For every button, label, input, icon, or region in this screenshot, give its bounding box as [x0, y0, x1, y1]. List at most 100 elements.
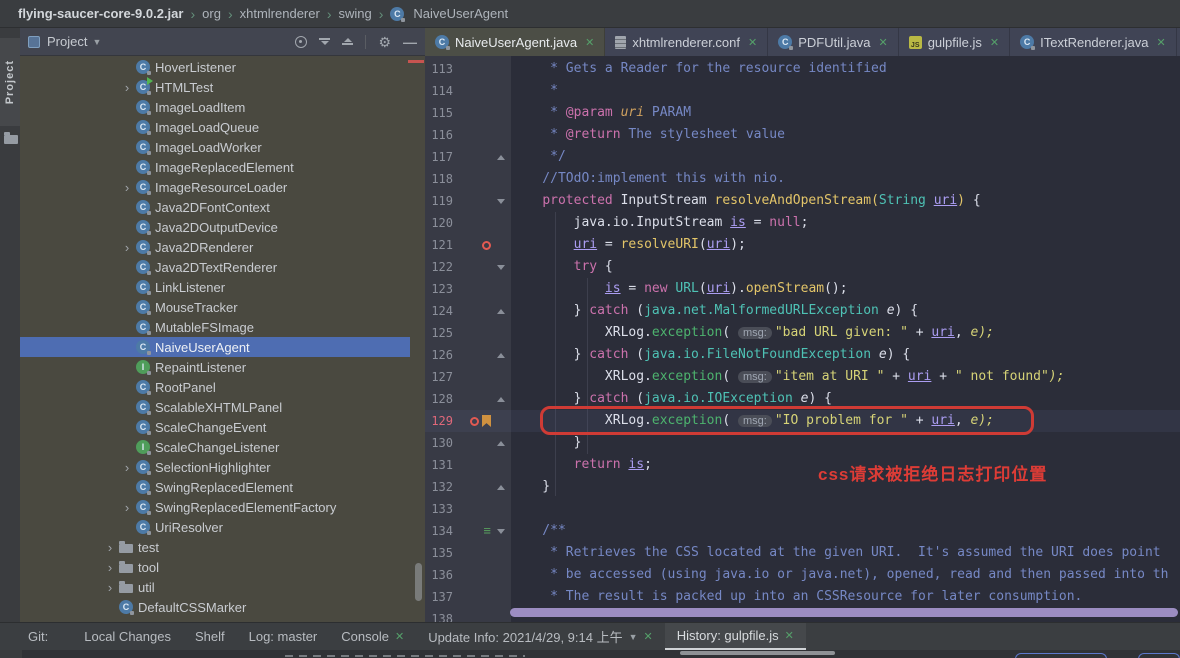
line-number[interactable]: 122	[425, 260, 455, 274]
code-line-124[interactable]: 124 } catch (java.net.MalformedURLExcept…	[425, 300, 1180, 322]
code-text[interactable]: /**	[511, 520, 566, 542]
line-number[interactable]: 126	[425, 348, 455, 362]
close-icon[interactable]: ✕	[990, 36, 999, 49]
git-tab-Console[interactable]: Console✕	[329, 623, 416, 650]
chevron-down-icon[interactable]: ▼	[629, 632, 638, 642]
close-icon[interactable]: ✕	[878, 36, 887, 49]
git-tab-Shelf[interactable]: Shelf	[183, 623, 237, 650]
tree-item-ImageReplacedElement[interactable]: CImageReplacedElement	[20, 157, 410, 177]
project-panel-title[interactable]: Project	[47, 34, 87, 49]
fold-marker-icon[interactable]	[491, 199, 511, 204]
tree-item-UriResolver[interactable]: CUriResolver	[20, 517, 410, 537]
project-stripe-button[interactable]: Project	[0, 38, 20, 126]
fold-marker-icon[interactable]	[491, 485, 511, 490]
close-icon[interactable]: ✕	[395, 630, 404, 643]
chevron-right-icon[interactable]: ›	[102, 580, 118, 595]
tree-item-MutableFSImage[interactable]: CMutableFSImage	[20, 317, 410, 337]
chevron-right-icon[interactable]: ›	[119, 180, 135, 195]
tree-item-Java2DFontContext[interactable]: CJava2DFontContext	[20, 197, 410, 217]
code-line-126[interactable]: 126 } catch (java.io.FileNotFoundExcepti…	[425, 344, 1180, 366]
tree-item-Java2DRenderer[interactable]: ›CJava2DRenderer	[20, 237, 410, 257]
code-line-131[interactable]: 131 return is;	[425, 454, 1180, 476]
tree-item-ScalableXHTMLPanel[interactable]: CScalableXHTMLPanel	[20, 397, 410, 417]
line-number[interactable]: 114	[425, 84, 455, 98]
implemented-icon[interactable]: ≡	[483, 526, 491, 536]
close-icon[interactable]: ✕	[644, 630, 653, 643]
code-line-132[interactable]: 132 }	[425, 476, 1180, 498]
code-text[interactable]: java.io.InputStream is = null;	[511, 212, 808, 234]
tree-item-ImageResourceLoader[interactable]: ›CImageResourceLoader	[20, 177, 410, 197]
fold-marker-icon[interactable]	[491, 529, 511, 534]
line-number[interactable]: 115	[425, 106, 455, 120]
close-icon[interactable]: ✕	[748, 36, 757, 49]
code-text[interactable]: * Retrieves the CSS located at the given…	[511, 542, 1161, 564]
code-text[interactable]: * @param uri PARAM	[511, 102, 691, 124]
code-text[interactable]: XRLog.exception( msg:"item at URI " + ur…	[511, 366, 1064, 388]
panel-button-sliver[interactable]	[1138, 653, 1180, 658]
tree-item-SwingReplacedElement[interactable]: CSwingReplacedElement	[20, 477, 410, 497]
code-text[interactable]: uri = resolveURI(uri);	[511, 234, 746, 256]
line-number[interactable]: 134	[425, 524, 455, 538]
git-tab-Update Info: 2021/4/29, 9:14 上午[interactable]: Update Info: 2021/4/29, 9:14 上午▼✕	[416, 623, 665, 650]
tree-item-SelectionHighlighter[interactable]: ›CSelectionHighlighter	[20, 457, 410, 477]
chevron-down-icon[interactable]: ▼	[92, 37, 101, 47]
code-text[interactable]: } catch (java.net.MalformedURLException …	[511, 300, 918, 322]
close-icon[interactable]: ✕	[785, 629, 794, 642]
chevron-right-icon[interactable]: ›	[119, 240, 135, 255]
code-line-136[interactable]: 136 * be accessed (using java.io or java…	[425, 564, 1180, 586]
tree-item-test[interactable]: ›test	[20, 537, 410, 557]
code-line-116[interactable]: 116 * @return The stylesheet value	[425, 124, 1180, 146]
code-text[interactable]: }	[511, 432, 581, 454]
line-number[interactable]: 123	[425, 282, 455, 296]
breakpoint-circle-icon[interactable]	[470, 417, 479, 426]
tree-item-tool[interactable]: ›tool	[20, 557, 410, 577]
breadcrumb-item[interactable]: xhtmlrenderer	[240, 6, 320, 21]
editor-tab-xhtmlrenderer.conf[interactable]: xhtmlrenderer.conf✕	[605, 28, 768, 56]
code-text[interactable]: *	[511, 80, 558, 102]
tree-item-NaiveUserAgent[interactable]: CNaiveUserAgent	[20, 337, 410, 357]
tree-item-SwingReplacedElementFactory[interactable]: ›CSwingReplacedElementFactory	[20, 497, 410, 517]
hide-panel-icon[interactable]: —	[403, 37, 417, 47]
line-number[interactable]: 129	[425, 414, 455, 428]
code-line-134[interactable]: 134 ≡ /**	[425, 520, 1180, 542]
code-text[interactable]: } catch (java.io.FileNotFoundException e…	[511, 344, 910, 366]
code-line-114[interactable]: 114 *	[425, 80, 1180, 102]
code-line-115[interactable]: 115 * @param uri PARAM	[425, 102, 1180, 124]
tree-item-ScaleChangeListener[interactable]: IScaleChangeListener	[20, 437, 410, 457]
code-line-127[interactable]: 127 XRLog.exception( msg:"item at URI " …	[425, 366, 1180, 388]
fold-marker-icon[interactable]	[491, 441, 511, 446]
line-number[interactable]: 119	[425, 194, 455, 208]
tree-item-ImageLoadQueue[interactable]: CImageLoadQueue	[20, 117, 410, 137]
chevron-right-icon[interactable]: ›	[102, 560, 118, 575]
code-line-119[interactable]: 119 protected InputStream resolveAndOpen…	[425, 190, 1180, 212]
code-line-130[interactable]: 130 }	[425, 432, 1180, 454]
code-line-122[interactable]: 122 try {	[425, 256, 1180, 278]
breadcrumb-item[interactable]: flying-saucer-core-9.0.2.jar	[18, 6, 183, 21]
fold-marker-icon[interactable]	[491, 397, 511, 402]
code-text[interactable]: * Gets a Reader for the resource identif…	[511, 58, 887, 80]
chevron-right-icon[interactable]: ›	[102, 540, 118, 555]
tree-item-Java2DOutputDevice[interactable]: CJava2DOutputDevice	[20, 217, 410, 237]
line-number[interactable]: 132	[425, 480, 455, 494]
code-editor[interactable]: 113 * Gets a Reader for the resource ide…	[425, 56, 1180, 622]
tree-item-util[interactable]: ›util	[20, 577, 410, 597]
code-line-121[interactable]: 121 uri = resolveURI(uri);	[425, 234, 1180, 256]
editor-tab-NaiveUserAgent.java[interactable]: CNaiveUserAgent.java✕	[425, 28, 605, 56]
tree-item-ImageLoadWorker[interactable]: CImageLoadWorker	[20, 137, 410, 157]
line-number[interactable]: 116	[425, 128, 455, 142]
code-text[interactable]: //TOdO:implement this with nio.	[511, 168, 785, 190]
line-number[interactable]: 133	[425, 502, 455, 516]
editor-tab-PDFUtil.java[interactable]: CPDFUtil.java✕	[768, 28, 898, 56]
code-line-120[interactable]: 120 java.io.InputStream is = null;	[425, 212, 1180, 234]
breadcrumb-item[interactable]: org	[202, 6, 221, 21]
line-number[interactable]: 125	[425, 326, 455, 340]
tree-item-HoverListener[interactable]: CHoverListener	[20, 57, 410, 77]
line-number[interactable]: 117	[425, 150, 455, 164]
tree-item-Java2DTextRenderer[interactable]: CJava2DTextRenderer	[20, 257, 410, 277]
editor-tab-ITextRenderer.java[interactable]: CITextRenderer.java✕	[1010, 28, 1177, 56]
fold-marker-icon[interactable]	[491, 155, 511, 160]
code-text[interactable]: }	[511, 476, 550, 498]
close-icon[interactable]: ✕	[1157, 36, 1166, 49]
chevron-right-icon[interactable]: ›	[119, 460, 135, 475]
line-number[interactable]: 124	[425, 304, 455, 318]
